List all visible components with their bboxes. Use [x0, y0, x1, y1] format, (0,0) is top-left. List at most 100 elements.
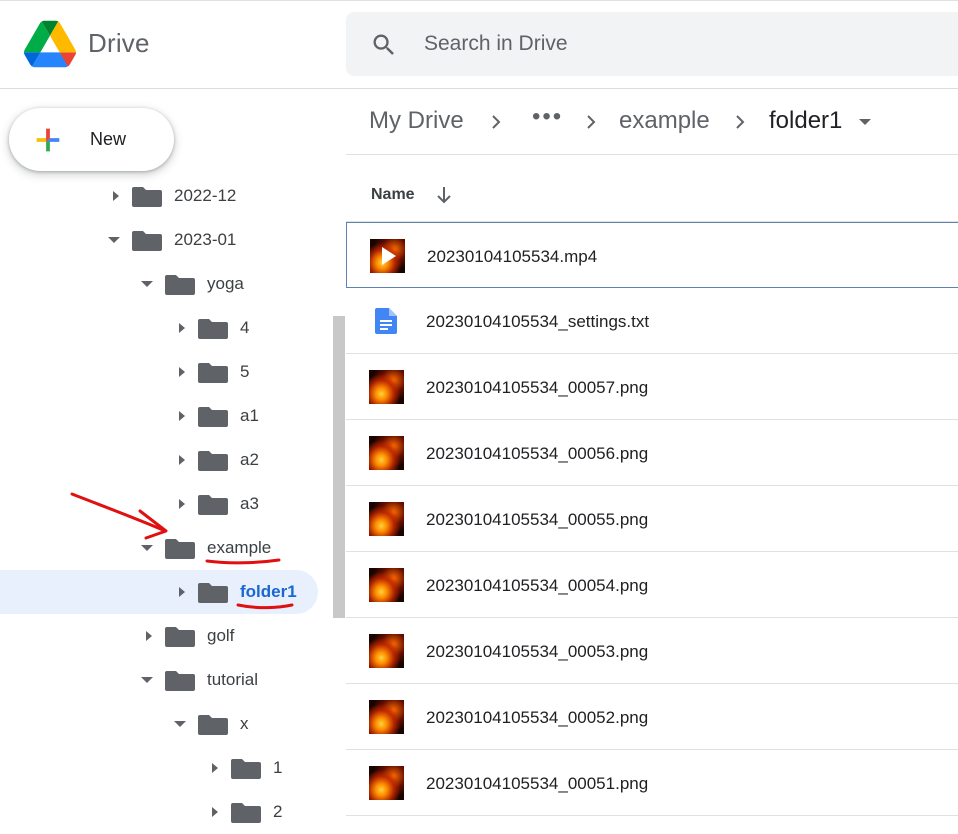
- drive-logo-icon[interactable]: [24, 20, 76, 68]
- breadcrumb-my-drive[interactable]: My Drive: [369, 107, 464, 135]
- folder-icon: [165, 627, 195, 647]
- tree-item-label: 1: [273, 758, 283, 777]
- folder-icon: [132, 187, 162, 207]
- file-name: 20230104105534_00054.png: [426, 576, 649, 595]
- tree-item-label: folder1: [240, 582, 297, 601]
- tree-item-a2[interactable]: a2: [0, 438, 332, 482]
- folder-icon: [198, 495, 228, 515]
- file-row-video[interactable]: 20230104105534.mp4: [346, 222, 958, 288]
- chevron-right-icon: [492, 115, 501, 129]
- file-row-image[interactable]: 20230104105534_00052.png: [346, 684, 958, 750]
- caret-down-icon[interactable]: [140, 277, 154, 291]
- caret-right-icon[interactable]: [109, 189, 123, 203]
- tree-item-yoga[interactable]: yoga: [0, 262, 332, 306]
- tree-item-label: 4: [240, 318, 250, 337]
- app-name[interactable]: Drive: [88, 28, 150, 59]
- folder-icon: [231, 759, 261, 779]
- breadcrumb: My Drive ••• example folder1: [346, 89, 958, 155]
- file-name: 20230104105534.mp4: [427, 247, 598, 266]
- folder-icon: [231, 803, 261, 823]
- image-thumbnail-icon: [369, 436, 404, 470]
- caret-right-icon[interactable]: [208, 761, 222, 775]
- search-icon[interactable]: [370, 31, 398, 59]
- file-name: 20230104105534_00055.png: [426, 510, 649, 529]
- tree-item-4[interactable]: 4: [0, 306, 332, 350]
- breadcrumb-more-button[interactable]: •••: [532, 103, 563, 131]
- caret-right-icon[interactable]: [175, 321, 189, 335]
- breadcrumb-current-folder[interactable]: folder1: [769, 107, 842, 135]
- tree-item-label: tutorial: [207, 670, 259, 689]
- folder-icon: [198, 583, 228, 603]
- tree-item-label: 2022-12: [174, 186, 237, 205]
- arrow-down-icon[interactable]: [434, 185, 454, 205]
- file-name: 20230104105534_00053.png: [426, 642, 649, 661]
- tree-item-label: 5: [240, 362, 250, 381]
- file-row-image[interactable]: 20230104105534_00053.png: [346, 618, 958, 684]
- file-row-image[interactable]: 20230104105534_00056.png: [346, 420, 958, 486]
- file-row-doc[interactable]: 20230104105534_settings.txt: [346, 288, 958, 354]
- tree-item-tutorial[interactable]: tutorial: [0, 658, 332, 702]
- file-name: 20230104105534_00051.png: [426, 774, 649, 793]
- tree-item-label: 2023-01: [174, 230, 237, 249]
- tree-item-1[interactable]: 1: [0, 746, 332, 790]
- folder-icon: [198, 451, 228, 471]
- image-thumbnail-icon: [369, 766, 404, 800]
- caret-down-icon[interactable]: [140, 541, 154, 555]
- image-thumbnail-icon: [369, 700, 404, 734]
- tree-item-5[interactable]: 5: [0, 350, 332, 394]
- folder-icon: [165, 539, 195, 559]
- image-thumbnail-icon: [369, 370, 404, 404]
- caret-right-icon[interactable]: [175, 497, 189, 511]
- folder-icon: [198, 363, 228, 383]
- plus-icon: [36, 128, 60, 152]
- image-thumbnail-icon: [369, 634, 404, 668]
- top-divider: [0, 0, 958, 1]
- caret-down-icon[interactable]: [140, 673, 154, 687]
- caret-right-icon[interactable]: [175, 453, 189, 467]
- caret-right-icon[interactable]: [208, 805, 222, 819]
- chevron-right-icon: [587, 115, 596, 129]
- file-list-header: Name: [346, 156, 958, 222]
- tree-item-label: a1: [240, 406, 259, 425]
- folder-icon: [165, 671, 195, 691]
- tree-item-2[interactable]: 2: [0, 790, 332, 834]
- file-row-image[interactable]: 20230104105534_00055.png: [346, 486, 958, 552]
- file-name: 20230104105534_00056.png: [426, 444, 649, 463]
- caret-right-icon[interactable]: [142, 629, 156, 643]
- top-bar: Drive: [0, 0, 958, 89]
- file-row-image[interactable]: 20230104105534_00054.png: [346, 552, 958, 618]
- search-bar[interactable]: [346, 12, 958, 76]
- tree-item-golf[interactable]: golf: [0, 614, 332, 658]
- caret-down-icon[interactable]: [107, 233, 121, 247]
- folder-icon: [132, 231, 162, 251]
- caret-right-icon[interactable]: [175, 409, 189, 423]
- caret-down-icon[interactable]: [173, 717, 187, 731]
- tree-item-label: 2: [273, 802, 283, 821]
- tree-item-label: example: [207, 538, 272, 557]
- name-column-header[interactable]: Name: [371, 186, 415, 204]
- tree-item-2023-01[interactable]: 2023-01: [0, 218, 332, 262]
- file-row-image[interactable]: 20230104105534_00051.png: [346, 750, 958, 816]
- search-input[interactable]: [422, 26, 922, 62]
- google-doc-icon: [375, 308, 397, 334]
- tree-item-x[interactable]: x: [0, 702, 332, 746]
- image-thumbnail-icon: [369, 502, 404, 536]
- tree-item-a1[interactable]: a1: [0, 394, 332, 438]
- tree-item-a3[interactable]: a3: [0, 482, 332, 526]
- tree-item-label: a2: [240, 450, 259, 469]
- chevron-right-icon: [736, 115, 745, 129]
- tree-item-folder1[interactable]: folder1: [0, 570, 318, 614]
- folder-icon: [198, 319, 228, 339]
- caret-down-icon[interactable]: [857, 117, 873, 127]
- file-name: 20230104105534_00052.png: [426, 708, 649, 727]
- breadcrumb-example[interactable]: example: [619, 107, 710, 135]
- new-button-label: New: [90, 129, 127, 149]
- new-button[interactable]: New: [9, 108, 174, 171]
- tree-item-label: x: [240, 714, 249, 733]
- tree-item-example[interactable]: example: [0, 526, 332, 570]
- caret-right-icon[interactable]: [175, 365, 189, 379]
- sidebar-scrollbar[interactable]: [333, 316, 345, 618]
- tree-item-2022-12[interactable]: 2022-12: [0, 174, 332, 218]
- caret-right-icon[interactable]: [175, 585, 189, 599]
- file-row-image[interactable]: 20230104105534_00057.png: [346, 354, 958, 420]
